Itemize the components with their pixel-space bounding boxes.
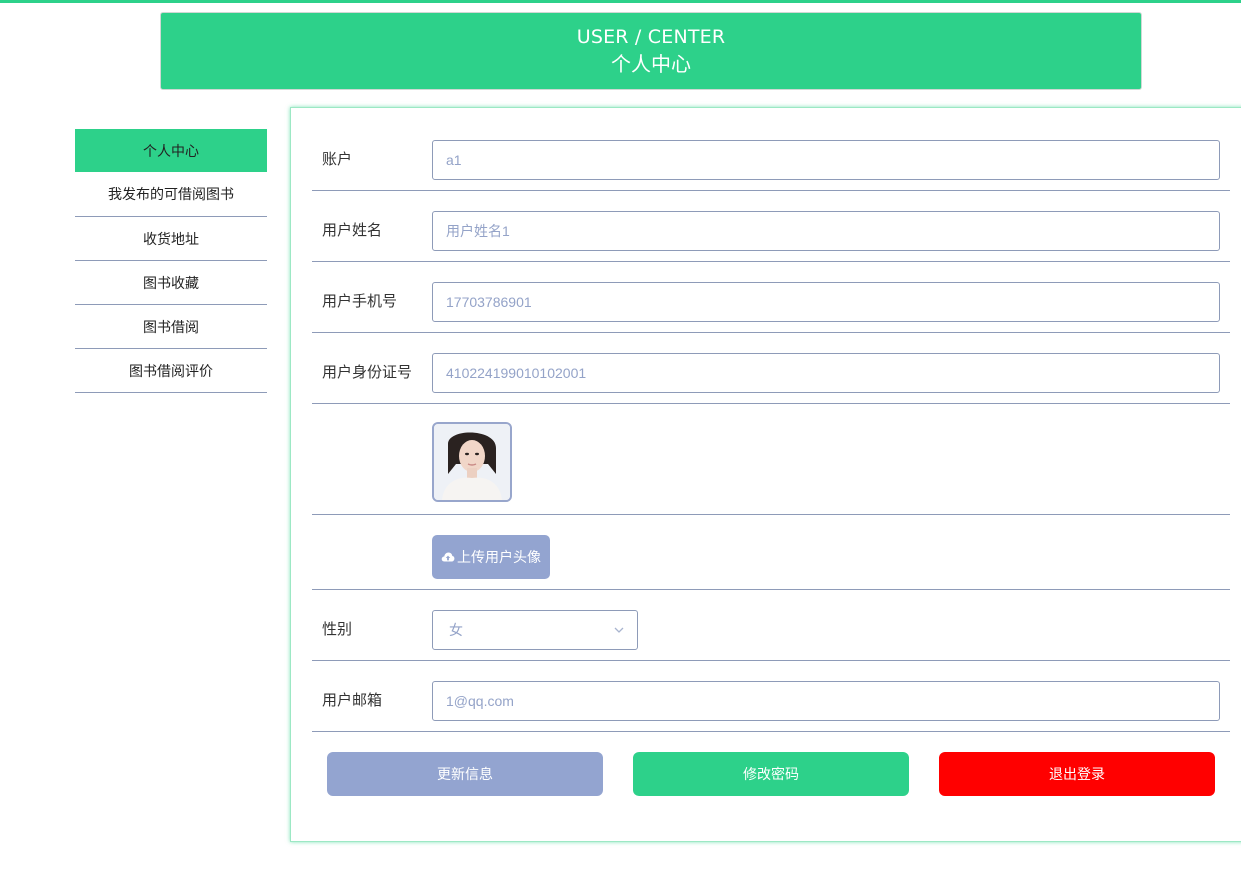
sidebar: 个人中心 我发布的可借阅图书 收货地址 图书收藏 图书借阅 图书借阅评价 — [75, 129, 267, 393]
form-row-avatar — [312, 404, 1230, 515]
form-row-idcard: 用户身份证号 410224199010102001 — [312, 333, 1230, 404]
gender-label: 性别 — [322, 620, 353, 638]
form-row-upload: 上传用户头像 — [312, 515, 1230, 590]
form-row-email: 用户邮箱 1@qq.com — [312, 661, 1230, 732]
gender-value: 女 — [449, 623, 463, 639]
form-row-account: 账户 a1 — [312, 130, 1230, 191]
sidebar-item-borrow-review[interactable]: 图书借阅评价 — [75, 349, 267, 393]
avatar-photo — [434, 424, 510, 500]
sidebar-item-address[interactable]: 收货地址 — [75, 217, 267, 261]
gender-select[interactable]: 女 — [432, 610, 638, 650]
avatar — [432, 422, 512, 502]
change-password-button[interactable]: 修改密码 — [633, 752, 909, 796]
account-input[interactable]: a1 — [432, 140, 1220, 180]
account-label: 账户 — [322, 150, 353, 168]
banner-title-en: USER / CENTER — [576, 26, 726, 48]
phone-label: 用户手机号 — [322, 292, 398, 310]
cloud-upload-icon — [441, 552, 455, 562]
sidebar-item-favorites[interactable]: 图书收藏 — [75, 261, 267, 305]
chevron-down-icon — [614, 627, 624, 633]
page-banner: USER / CENTER 个人中心 — [160, 12, 1142, 90]
form-row-phone: 用户手机号 17703786901 — [312, 262, 1230, 333]
upload-avatar-button[interactable]: 上传用户头像 — [432, 535, 550, 579]
email-input[interactable]: 1@qq.com — [432, 681, 1220, 721]
sidebar-item-borrow[interactable]: 图书借阅 — [75, 305, 267, 349]
sidebar-item-user-center[interactable]: 个人中心 — [75, 129, 267, 172]
top-accent-line — [0, 0, 1241, 3]
banner-title-cn: 个人中心 — [611, 52, 691, 76]
name-input[interactable]: 用户姓名1 — [432, 211, 1220, 251]
logout-button[interactable]: 退出登录 — [939, 752, 1215, 796]
form-row-gender: 性别 女 — [312, 590, 1230, 661]
profile-form-panel: 账户 a1 用户姓名 用户姓名1 用户手机号 17703786901 用户身份证… — [290, 107, 1241, 842]
upload-avatar-label: 上传用户头像 — [457, 550, 541, 566]
update-info-button[interactable]: 更新信息 — [327, 752, 603, 796]
sidebar-item-my-books[interactable]: 我发布的可借阅图书 — [75, 172, 267, 217]
email-label: 用户邮箱 — [322, 691, 383, 709]
idcard-input[interactable]: 410224199010102001 — [432, 353, 1220, 393]
name-label: 用户姓名 — [322, 221, 383, 239]
form-row-name: 用户姓名 用户姓名1 — [312, 191, 1230, 262]
idcard-label: 用户身份证号 — [322, 363, 413, 381]
phone-input[interactable]: 17703786901 — [432, 282, 1220, 322]
